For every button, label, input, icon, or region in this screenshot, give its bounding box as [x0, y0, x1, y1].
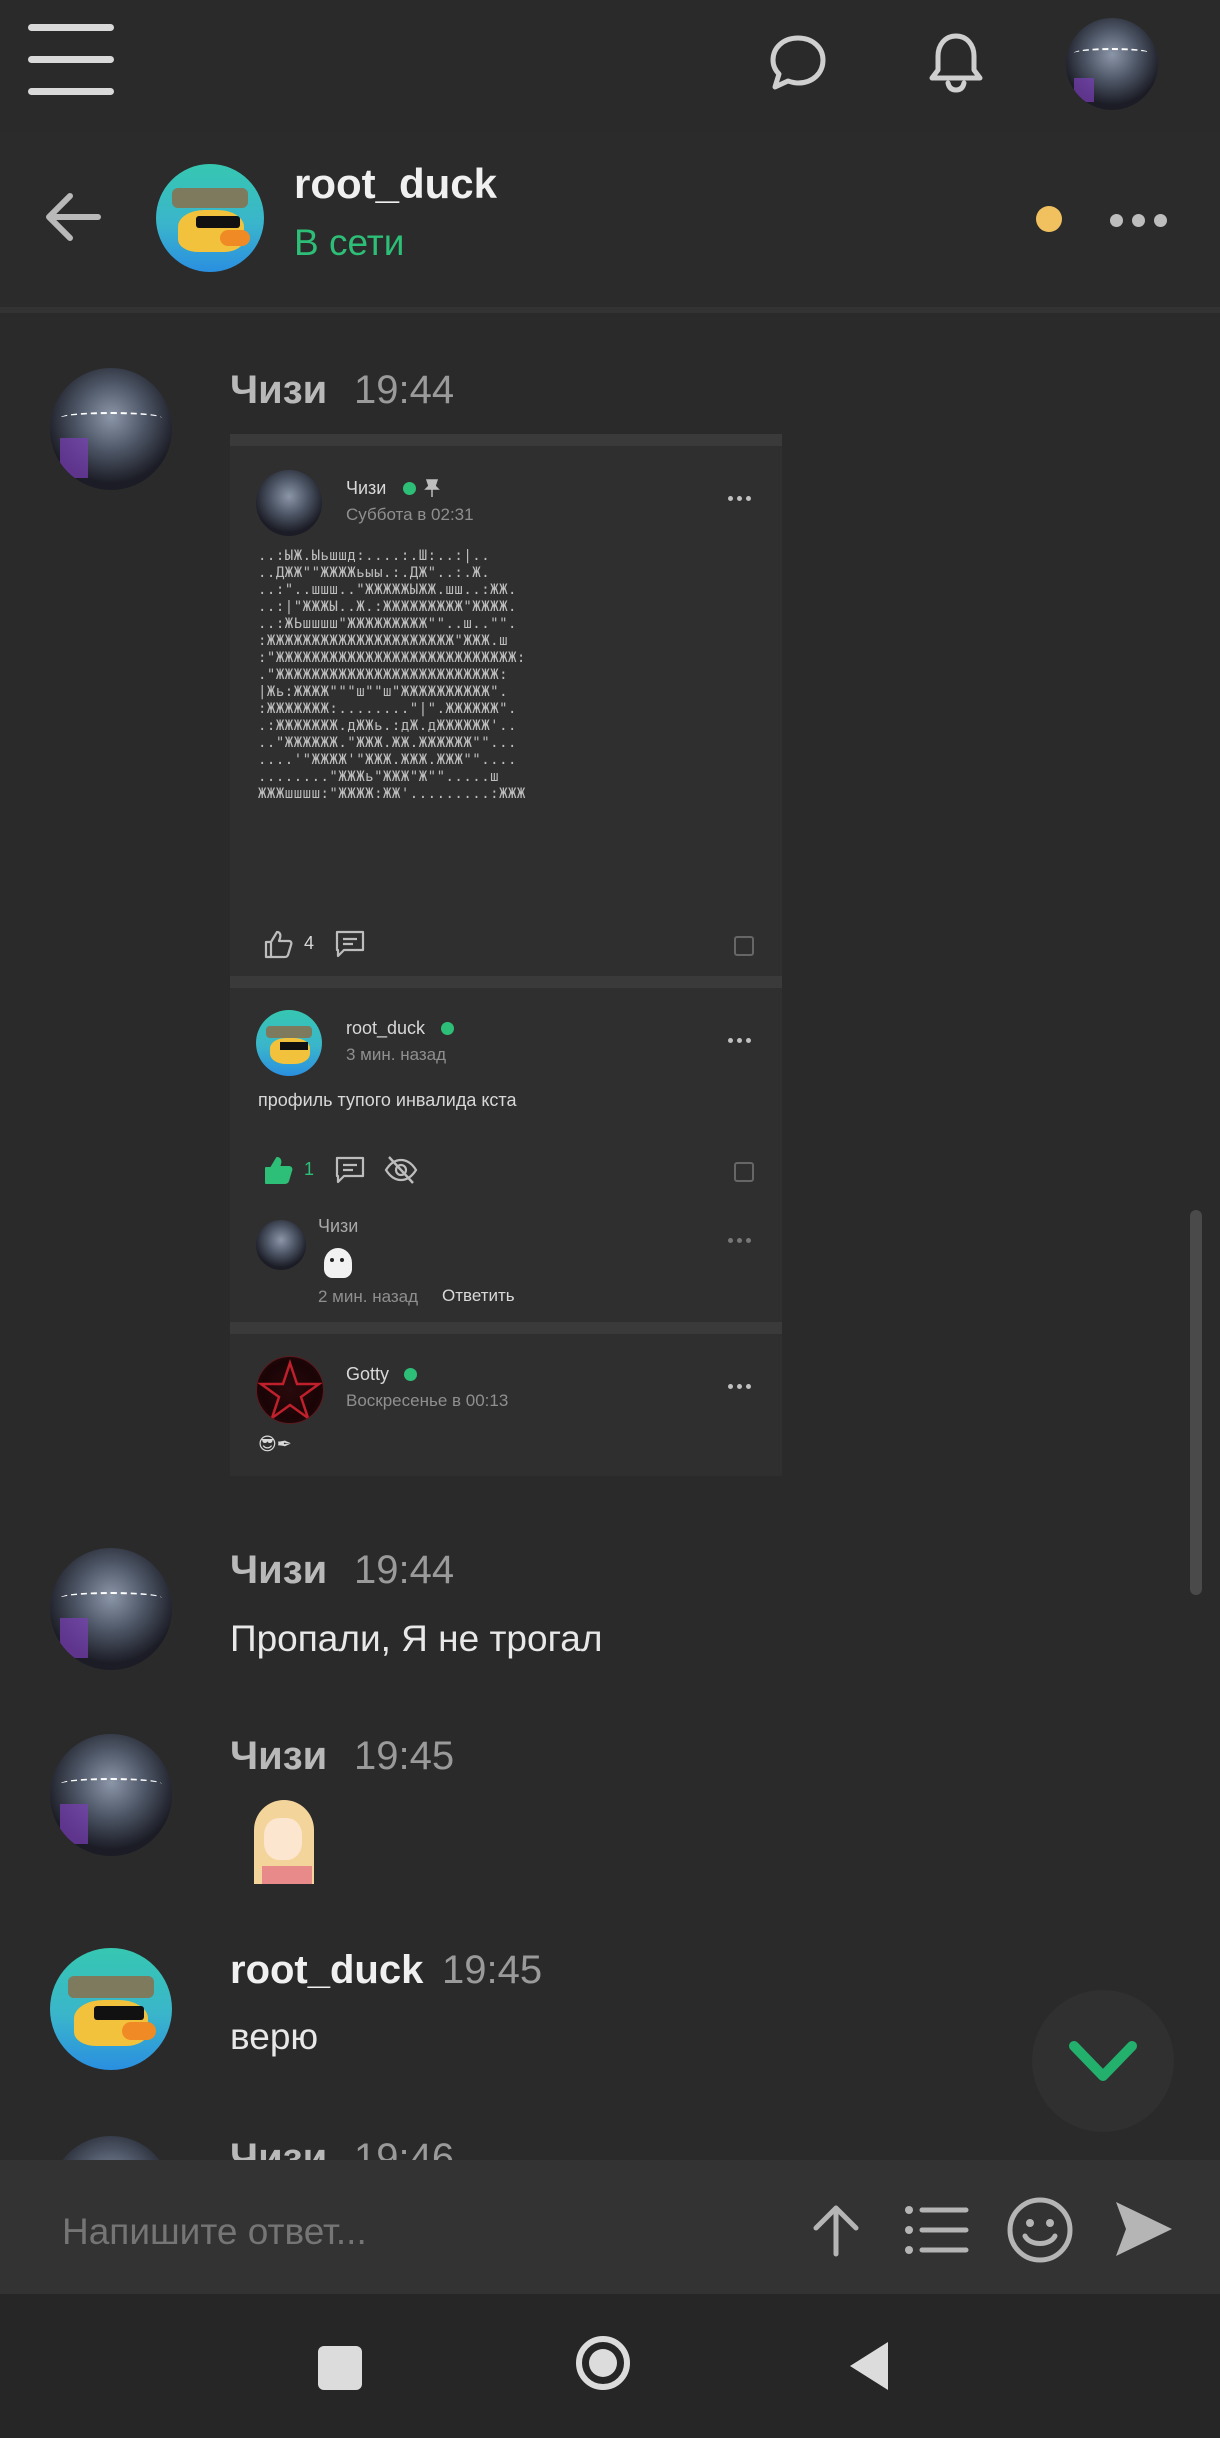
recent-apps-button[interactable]: [318, 2346, 362, 2390]
card-separator: [230, 434, 782, 446]
more-options-icon[interactable]: [1110, 214, 1176, 232]
online-dot: [404, 1368, 417, 1381]
user-avatar[interactable]: [1066, 18, 1158, 110]
upload-arrow-icon[interactable]: [806, 2200, 866, 2260]
message-author[interactable]: Чизи: [230, 2136, 327, 2160]
comment-author[interactable]: Gotty: [346, 1364, 389, 1385]
message-time: 19:44: [354, 1548, 455, 1592]
reply-input[interactable]: [60, 2206, 764, 2258]
reply-sticker: [320, 1244, 356, 1280]
thumb-up-icon[interactable]: [262, 928, 294, 960]
message-time: 19:45: [354, 1734, 455, 1778]
pin-icon: [424, 479, 440, 497]
back-arrow-icon[interactable]: [44, 188, 102, 246]
post-like-count: 4: [304, 933, 315, 953]
send-icon[interactable]: [1112, 2198, 1176, 2260]
chat-avatar[interactable]: [156, 164, 264, 272]
reply-author[interactable]: Чизи: [318, 1216, 358, 1237]
chat-bubble-icon[interactable]: [768, 32, 828, 92]
comment-like-count: 1: [304, 1159, 315, 1179]
scrollbar-thumb[interactable]: [1190, 1210, 1202, 1595]
system-nav-bar: [0, 2294, 1220, 2438]
online-dot: [403, 482, 416, 495]
bell-icon[interactable]: [924, 30, 988, 94]
avatar[interactable]: [50, 1948, 172, 2070]
post-author[interactable]: Чизи: [346, 478, 386, 499]
comment-time: 3 мин. назад: [346, 1045, 447, 1064]
avatar[interactable]: [50, 368, 172, 490]
comment-text: профиль тупого инвалида кста: [258, 1090, 517, 1110]
avatar[interactable]: [50, 1548, 172, 1670]
home-button[interactable]: [576, 2336, 630, 2390]
list-icon[interactable]: [902, 2200, 970, 2260]
avatar[interactable]: [256, 1356, 324, 1424]
message-author[interactable]: root_duck: [230, 1948, 423, 1993]
ascii-art: ..:ЫЖ.Ыьшшд:....:.Ш:..:|.. ..ДЖЖ""ЖЖЖЖьы…: [258, 548, 526, 802]
message-time: 19:45: [442, 1948, 543, 1992]
emoji-smile-icon[interactable]: [1006, 2196, 1074, 2264]
thumb-up-icon[interactable]: [262, 1154, 294, 1186]
message-author[interactable]: Чизи: [230, 1548, 327, 1593]
avatar[interactable]: [50, 2136, 172, 2160]
post-date: Суббота в 02:31: [346, 505, 474, 524]
header-divider: [0, 307, 1220, 313]
avatar[interactable]: [50, 1734, 172, 1856]
hide-eye-icon[interactable]: [384, 1154, 418, 1186]
hamburger-menu-icon[interactable]: [28, 24, 114, 96]
top-bar: [0, 0, 1220, 132]
avatar[interactable]: [256, 1010, 322, 1076]
comment-icon[interactable]: [334, 1154, 366, 1186]
card-separator: [230, 976, 782, 988]
message-partial: Чизи 19:46: [0, 2136, 1220, 2160]
select-checkbox[interactable]: [734, 936, 754, 956]
message-sticker[interactable]: [240, 1800, 322, 1884]
post-more-icon[interactable]: [728, 488, 755, 506]
comment-author[interactable]: root_duck: [346, 1018, 425, 1039]
message-time: 19:44: [354, 368, 455, 412]
reply-time: 2 мин. назад: [318, 1287, 419, 1306]
message-text: верю: [230, 2016, 319, 2057]
chat-title: root_duck: [294, 160, 498, 207]
message-text: Пропали, Я не трогал: [230, 1618, 603, 1659]
online-dot: [441, 1022, 454, 1035]
status-indicator-dot: [1036, 206, 1062, 232]
message-author[interactable]: Чизи: [230, 1734, 327, 1779]
message-time: 19:46: [354, 2136, 455, 2160]
reply-link[interactable]: Ответить: [442, 1286, 515, 1306]
comment-text: 😎✒: [258, 1434, 292, 1454]
comment-icon[interactable]: [334, 928, 366, 960]
card-separator: [230, 1322, 782, 1334]
scroll-down-button[interactable]: [1032, 1990, 1174, 2132]
comment-more-icon[interactable]: [728, 1030, 755, 1048]
chevron-down-icon: [1069, 2041, 1137, 2081]
online-status: В сети: [294, 222, 405, 263]
reply-more-icon[interactable]: [728, 1230, 755, 1248]
comment-more-icon[interactable]: [728, 1376, 755, 1394]
comment-time: Воскресенье в 00:13: [346, 1391, 509, 1410]
back-button[interactable]: [846, 2338, 890, 2394]
avatar[interactable]: [256, 470, 322, 536]
select-checkbox[interactable]: [734, 1162, 754, 1182]
avatar[interactable]: [256, 1220, 306, 1270]
message-author[interactable]: Чизи: [230, 368, 327, 413]
